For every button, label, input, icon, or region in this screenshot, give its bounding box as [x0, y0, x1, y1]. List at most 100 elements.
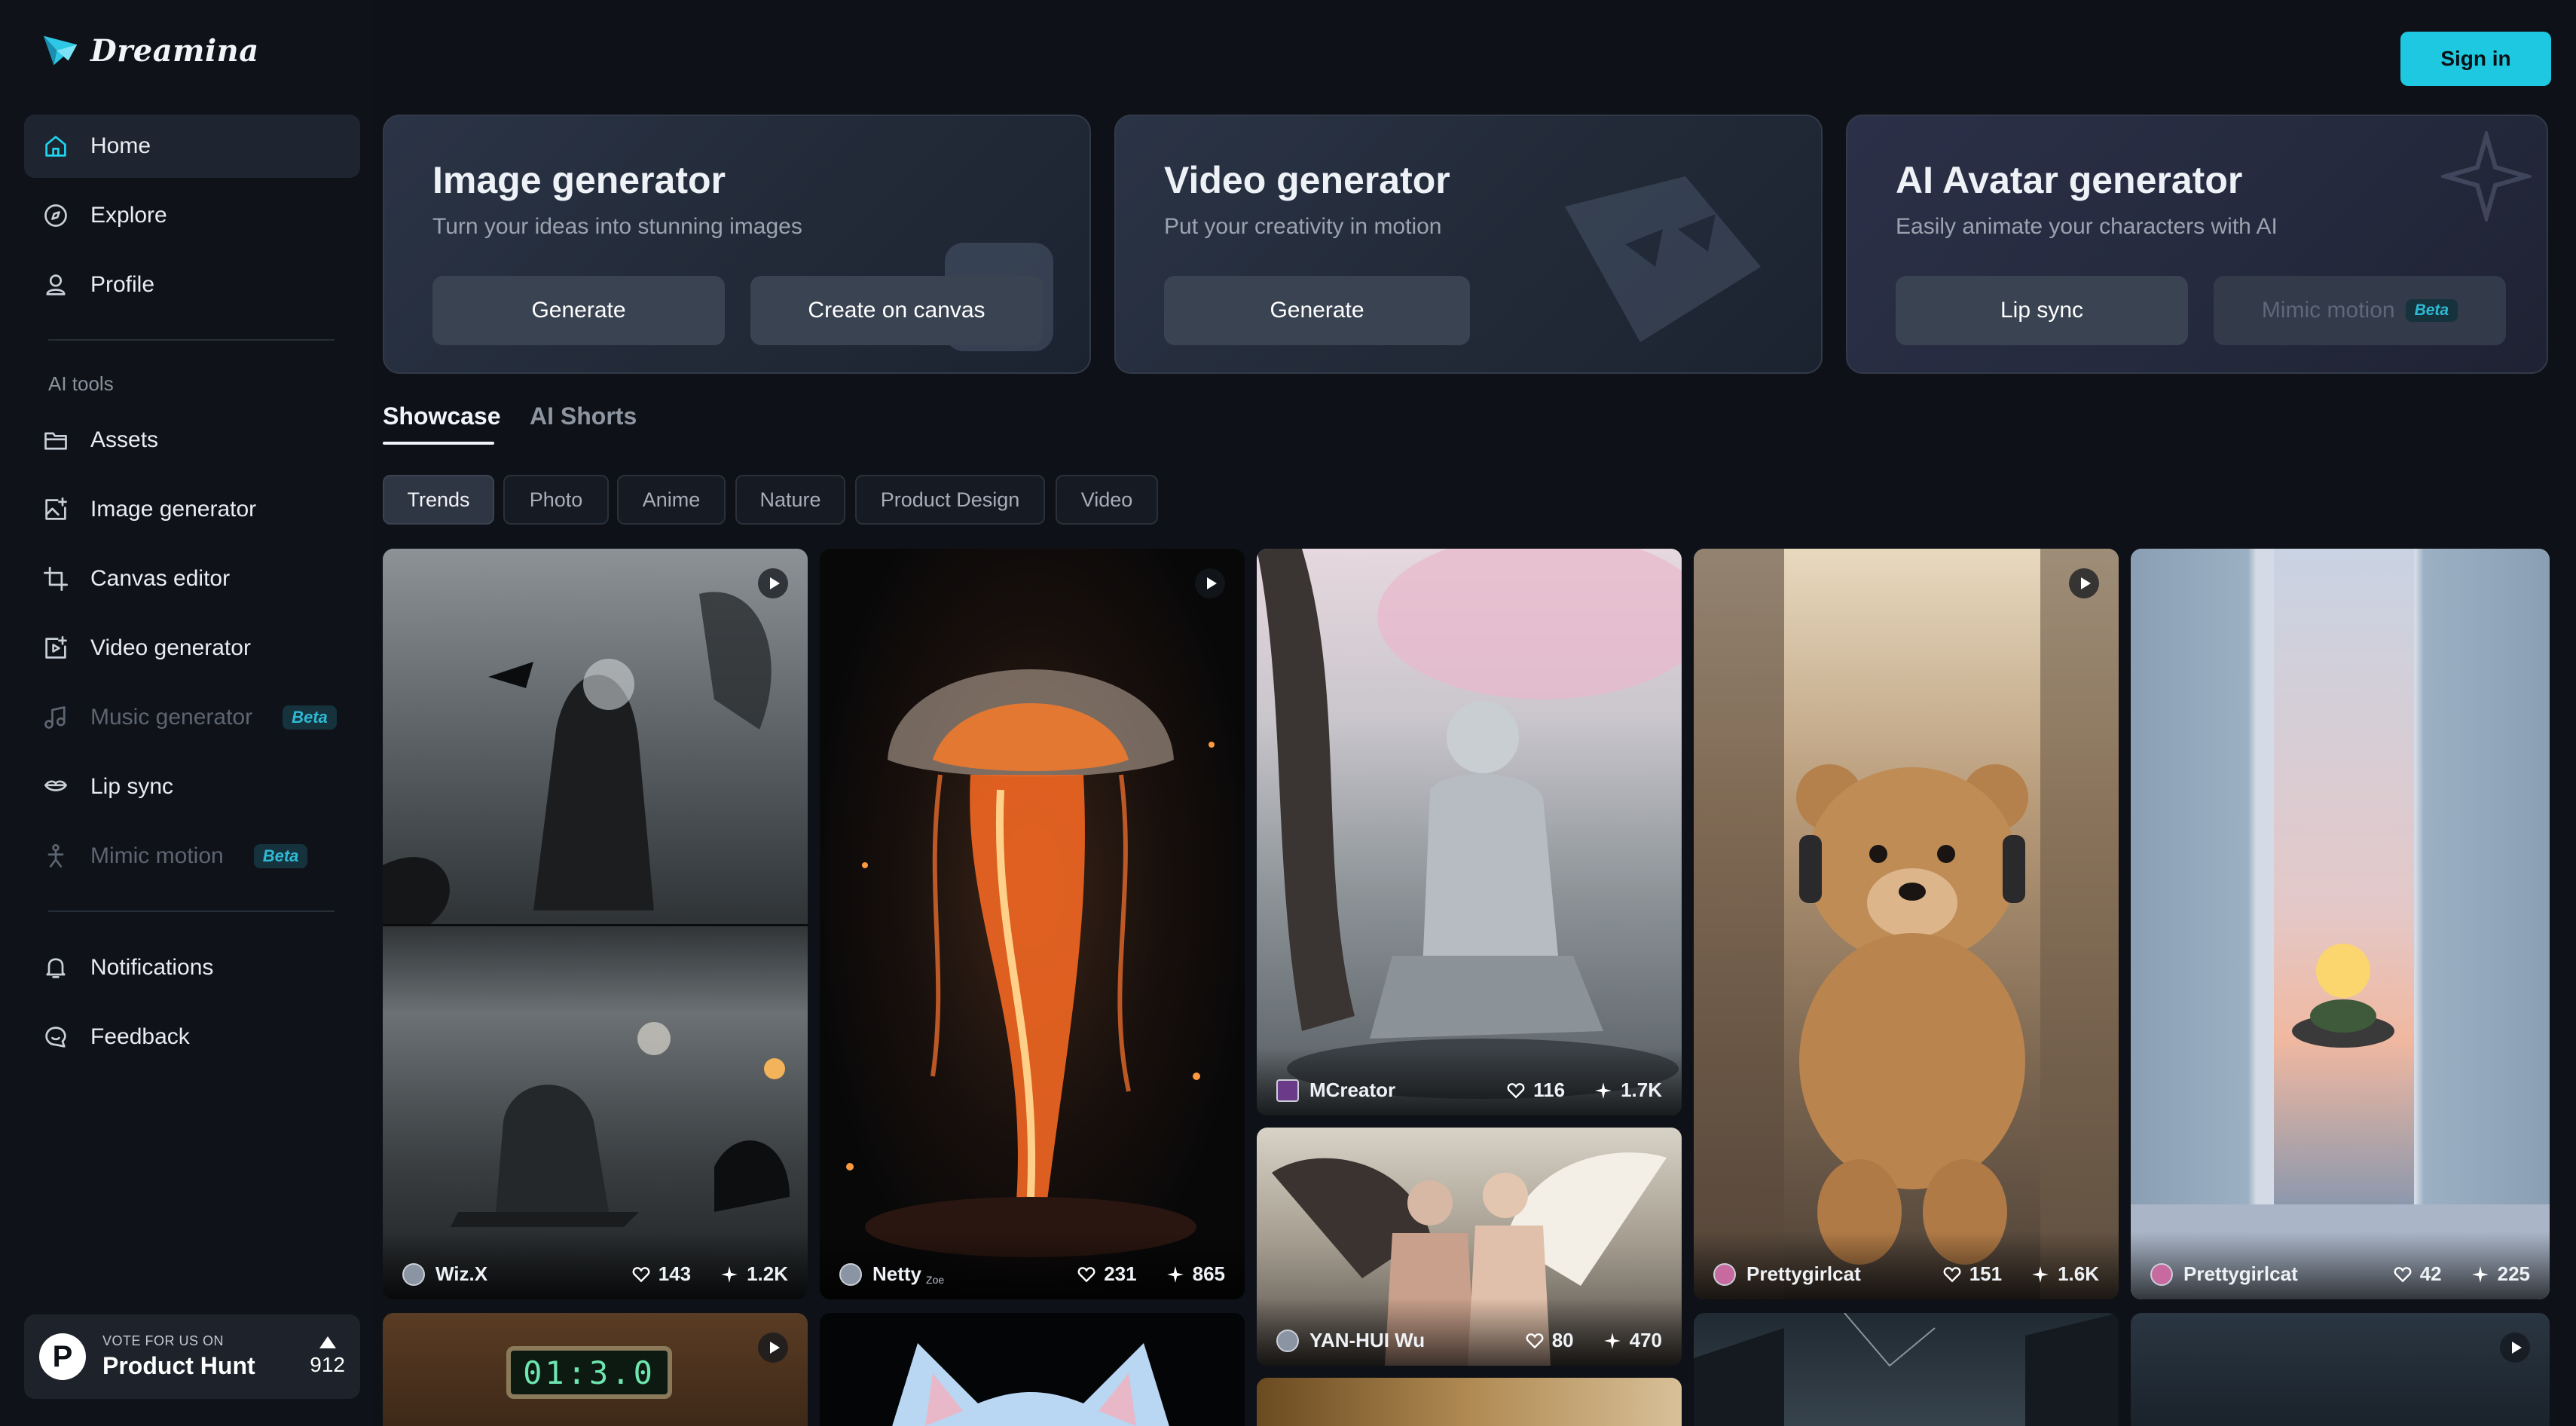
clock-digits: 01:3.0	[523, 1354, 655, 1391]
sidebar-item-music-generator[interactable]: Music generator Beta	[24, 686, 360, 749]
like-count: 42	[2419, 1262, 2442, 1285]
video-generate-button[interactable]: Generate	[1164, 276, 1470, 345]
sparkle-icon[interactable]	[1594, 1081, 1613, 1100]
gallery-image	[892, 1343, 1169, 1426]
like-count: 151	[1969, 1262, 2003, 1285]
sidebar-item-label: Profile	[90, 272, 155, 297]
heart-icon[interactable]	[1077, 1265, 1096, 1284]
sidebar-item-assets[interactable]: Assets	[24, 409, 360, 472]
create-on-canvas-button[interactable]: Create on canvas	[750, 276, 1043, 345]
video-deco-icon	[1565, 176, 1761, 342]
heart-icon[interactable]	[1525, 1331, 1545, 1351]
gallery-card[interactable]	[2131, 1313, 2550, 1426]
card-footer: Netty Zoe 231 865	[820, 1232, 1245, 1299]
crop-icon	[41, 564, 71, 594]
product-hunt-vote-label: VOTE FOR US ON	[102, 1333, 225, 1348]
mimic-motion-label: Mimic motion	[2261, 298, 2395, 323]
gallery-card[interactable]: 01:3.0	[383, 1313, 808, 1426]
gallery-card[interactable]	[820, 1313, 1245, 1426]
sidebar-item-notifications[interactable]: Notifications	[24, 936, 360, 999]
avatar	[2150, 1263, 2173, 1286]
sidebar-item-explore[interactable]: Explore	[24, 184, 360, 247]
gallery-card[interactable]: Prettygirlcat 42 225	[2131, 549, 2550, 1299]
card-footer: YAN-HUI Wu 80 470	[1257, 1298, 1682, 1366]
sidebar-item-label: Home	[90, 133, 151, 158]
image-generate-button[interactable]: Generate	[432, 276, 725, 345]
like-count: 143	[658, 1262, 692, 1285]
ai-tools-label: AI tools	[48, 372, 114, 395]
chip-video[interactable]: Video	[1056, 475, 1158, 525]
sidebar-item-label: Canvas editor	[90, 566, 231, 591]
card-user[interactable]: MCreator	[1309, 1079, 1395, 1102]
sparkle-icon[interactable]	[1166, 1265, 1185, 1284]
heart-icon[interactable]	[631, 1265, 651, 1284]
brand-logo[interactable]: Dreamina	[39, 29, 259, 72]
tab-ai-shorts[interactable]: AI Shorts	[530, 402, 637, 430]
beta-badge: Beta	[253, 844, 308, 868]
sidebar-item-mimic-motion[interactable]: Mimic motion Beta	[24, 825, 360, 888]
avatar	[402, 1263, 425, 1286]
sidebar-item-label: Mimic motion	[90, 843, 224, 868]
chip-anime[interactable]: Anime	[617, 475, 726, 525]
heart-icon[interactable]	[2393, 1265, 2413, 1284]
clock-display: 01:3.0	[506, 1346, 672, 1399]
motion-icon	[41, 841, 71, 871]
heart-icon[interactable]	[1942, 1265, 1962, 1284]
sidebar-item-feedback[interactable]: Feedback	[24, 1005, 360, 1069]
card-user[interactable]: YAN-HUI Wu	[1309, 1329, 1425, 1352]
gallery-image	[383, 592, 808, 1227]
gallery-card[interactable]: Prettygirlcat 151 1.6K	[1694, 549, 2119, 1299]
gallery-card[interactable]: Netty Zoe 231 865	[820, 549, 1245, 1299]
chip-product-design[interactable]: Product Design	[855, 475, 1045, 525]
gallery-card[interactable]	[1694, 1313, 2119, 1426]
gallery-card[interactable]: YAN-HUI Wu 80 470	[1257, 1128, 1682, 1366]
product-hunt-upvote[interactable]: 912	[310, 1336, 345, 1377]
sparkle-icon[interactable]	[2031, 1265, 2050, 1284]
sidebar: Dreamina Home Explore Profile AI tools A…	[0, 0, 371, 1426]
card-user[interactable]: Wiz.X	[435, 1262, 487, 1286]
chip-photo[interactable]: Photo	[503, 475, 609, 525]
heart-icon[interactable]	[1506, 1081, 1526, 1100]
sidebar-item-canvas-editor[interactable]: Canvas editor	[24, 547, 360, 610]
play-icon[interactable]	[758, 1333, 788, 1363]
play-icon[interactable]	[2069, 568, 2099, 598]
play-icon[interactable]	[2500, 1333, 2530, 1363]
like-count: 116	[1533, 1079, 1566, 1101]
gallery-card[interactable]: MCreator 116 1.7K	[1257, 549, 1682, 1115]
product-hunt-texts: VOTE FOR US ON Product Hunt	[102, 1333, 255, 1380]
sparkle-icon[interactable]	[720, 1265, 739, 1284]
lip-sync-button[interactable]: Lip sync	[1896, 276, 2188, 345]
avatar	[1276, 1079, 1299, 1102]
sidebar-item-home[interactable]: Home	[24, 115, 360, 178]
play-icon[interactable]	[758, 568, 788, 598]
play-icon[interactable]	[1195, 568, 1225, 598]
gallery-card[interactable]: Wiz.X 143 1.2K	[383, 549, 808, 1299]
sidebar-item-video-generator[interactable]: Video generator	[24, 617, 360, 680]
product-hunt-logo-icon: P	[39, 1333, 86, 1380]
sidebar-item-profile[interactable]: Profile	[24, 253, 360, 317]
avatar	[1713, 1263, 1736, 1286]
sparkle-icon[interactable]	[1603, 1331, 1622, 1351]
tab-showcase[interactable]: Showcase	[383, 402, 501, 430]
sign-in-button[interactable]: Sign in	[2400, 32, 2551, 86]
gallery-image	[2131, 549, 2550, 1299]
gallery-image	[1694, 549, 2119, 1299]
mimic-motion-button[interactable]: Mimic motion Beta	[2214, 276, 2506, 345]
gallery-card[interactable]	[1257, 1378, 1682, 1426]
card-subtitle: Turn your ideas into stunning images	[432, 214, 802, 239]
video-generator-card: Video generator Put your creativity in m…	[1114, 115, 1823, 374]
card-user[interactable]: Prettygirlcat	[2183, 1262, 2298, 1286]
chip-trends[interactable]: Trends	[383, 475, 494, 525]
chip-nature[interactable]: Nature	[735, 475, 845, 525]
card-user[interactable]: Netty	[872, 1262, 921, 1286]
product-hunt-card[interactable]: P VOTE FOR US ON Product Hunt 912	[24, 1314, 360, 1399]
sidebar-item-label: Music generator	[90, 705, 253, 730]
sparkle-icon[interactable]	[2471, 1265, 2490, 1284]
card-user[interactable]: Prettygirlcat	[1746, 1262, 1861, 1286]
card-stats: 231 865	[1077, 1262, 1225, 1286]
sidebar-item-lip-sync[interactable]: Lip sync	[24, 755, 360, 819]
avatar	[839, 1263, 862, 1286]
card-stats: 80 470	[1525, 1329, 1662, 1352]
sparkle-deco-icon	[2441, 131, 2532, 222]
sidebar-item-image-generator[interactable]: Image generator	[24, 478, 360, 541]
